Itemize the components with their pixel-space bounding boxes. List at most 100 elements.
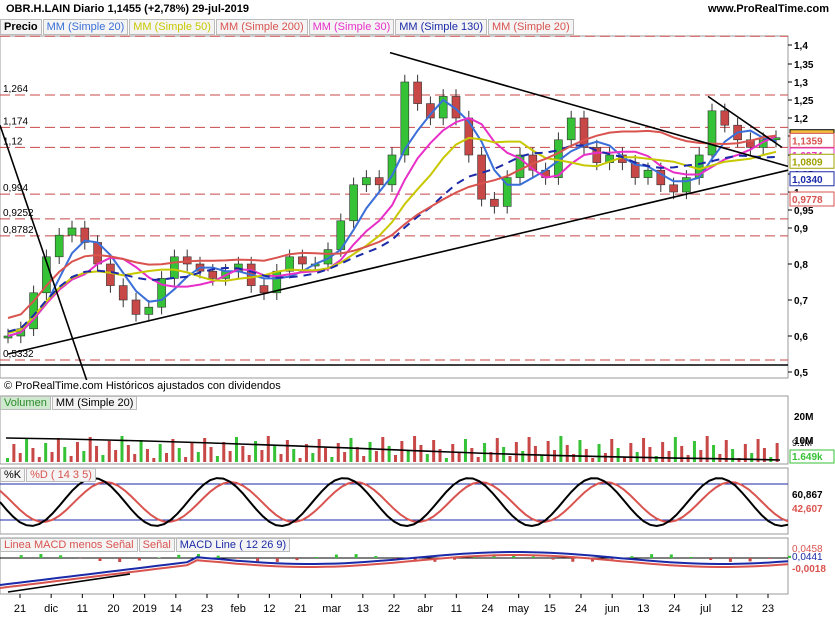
macd-hist-bar [256,558,260,562]
volume-bar [648,447,652,462]
macd-hist-bar [669,554,673,558]
x-tick-label: 24 [668,603,680,615]
macd-hist-bar [137,558,141,561]
y-tick-label: 0,7 [794,296,808,307]
volume-bar [126,445,130,462]
volume-bar [330,457,334,462]
macd-hist-bar [551,558,555,560]
volume-bar [591,458,595,462]
macd-hist-bar [709,558,713,561]
volume-label[interactable]: Volumen [0,396,51,410]
macd-badge-text: 0,0441 [792,552,823,563]
macd-hist-bar [334,554,338,558]
x-tick-label: 13 [357,603,369,615]
volume-bar [107,441,111,462]
candle-body [490,198,499,207]
x-tick-label: 11 [77,603,88,615]
macd-hist-bar [374,556,378,558]
macd-hist-bar [748,558,752,562]
volume-bar [546,441,550,462]
x-tick-label: jul [699,603,711,615]
x-tick-label: 24 [481,603,493,615]
y-tick-label: 0,6 [794,332,808,343]
candle-body [374,177,384,186]
macd-hist-bar [571,558,575,562]
macd-hist-bar [19,555,23,558]
stoch-d-label[interactable]: %D ( 14 3 5) [26,468,96,482]
volume-bar [266,436,270,462]
candle-body [67,227,77,236]
stoch-d-line [0,480,789,523]
volume-bar [56,438,60,462]
x-tick-label: 24 [575,603,587,615]
macd-hist-bar [689,556,693,558]
level-label: 1,264 [3,84,28,95]
credit-text: © ProRealTime.com Históricos ajustados c… [4,380,281,392]
y-tick-label: 0,8 [794,260,808,271]
volume-bar [661,442,665,462]
volume-bar [387,446,391,462]
level-label: 0,5332 [3,349,34,360]
y-tick-label: 1,35 [794,60,814,71]
volume-badge-text: 9.1M [792,438,812,448]
volume-bar [75,442,79,462]
volume-bar [470,448,474,462]
macd-hist-bar [275,558,279,562]
macd-hist-bar [768,558,772,559]
macd-signal-label[interactable]: Señal [138,538,175,552]
macd-badge-text: -0,0018 [792,564,826,575]
stoch-badge-text: 60,867 [792,490,823,501]
volume-bar [368,442,372,462]
macd-line-label[interactable]: MACD Line ( 12 26 9) [175,538,291,552]
x-tick-label: feb [231,603,246,615]
macd-hist-bar [295,558,299,561]
y-tick-label: 1,3 [794,78,808,89]
volume-bar [158,444,162,462]
volume-bar [196,452,200,462]
candle-body [464,117,474,156]
candle-body [298,256,307,265]
x-tick-label: abr [417,603,433,615]
volume-ma-label[interactable]: MM (Simple 20) [51,396,138,410]
volume-bar [12,444,16,462]
x-tick-label: 14 [170,603,182,615]
candle-body [131,299,141,315]
volume-bar [247,455,251,462]
x-tick-label: 21 [14,603,26,615]
volume-bar [209,447,213,462]
volume-bar [18,453,22,462]
volume-bar [610,439,614,462]
stoch-k-label[interactable]: %K [0,468,26,482]
x-tick-label: 20 [107,603,119,615]
volume-bar [476,457,480,462]
volume-bar [362,456,366,462]
volume-badge-text: 1.649k [792,452,823,463]
y-tick-label: 0,9 [794,224,808,235]
volume-bar [114,450,118,462]
volume-bar [374,451,378,462]
macd-hist-bar [354,554,358,558]
candle-body [106,263,115,286]
volume-bar [152,458,156,462]
volume-bar [406,450,410,462]
y-tick-label: 1,25 [794,96,814,107]
volume-legend: Volumen MM (Simple 20) [0,396,138,410]
volume-bar [521,451,525,462]
volume-bar [63,447,67,462]
macd-legend: Linea MACD menos Señal Señal MACD Line ( 1… [0,538,291,552]
volume-bar [234,437,238,462]
volume-bar [540,455,544,462]
volume-bar [50,452,54,462]
y-tick-label: 1,2 [794,114,808,125]
stoch-panel-frame [0,467,789,535]
macd-hist-bar [531,556,535,558]
candle-body [170,256,179,279]
volume-bar [260,450,264,462]
macd-hist-bar [59,555,63,558]
candle-body [579,117,589,148]
x-tick-label: mar [322,603,341,615]
candle-body [208,270,218,279]
volume-bar [419,445,423,462]
x-tick-label: dic [44,603,59,615]
macd-hist-label[interactable]: Linea MACD menos Señal [0,538,138,552]
